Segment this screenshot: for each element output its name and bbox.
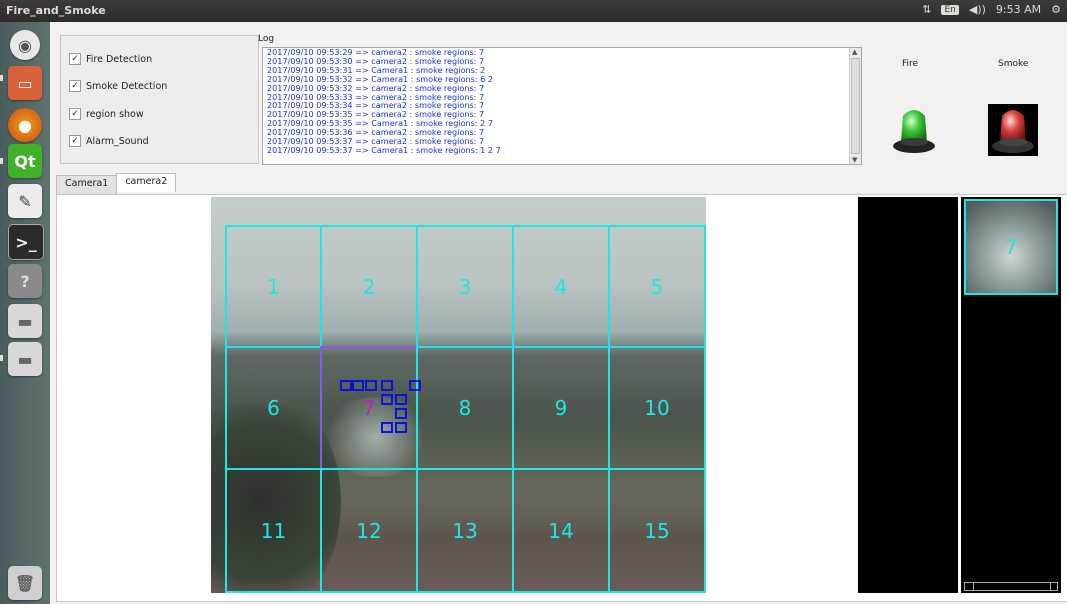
log-label: Log (258, 34, 275, 44)
region-cell: 4 (512, 225, 610, 348)
smoke-thumbnail-panel: 7 (961, 197, 1061, 593)
log-scrollbar[interactable]: ▲ ▼ (849, 48, 861, 164)
top-panel: Fire_and_Smoke ⇅ En ◀)) 9:53 AM ⚙ (0, 0, 1067, 22)
fire-detection-label: Fire Detection (86, 53, 153, 65)
launcher: ◉ ▭ ● Qt ✎ >_ ? ▬ ▬ 🗑 (0, 22, 50, 604)
window-title: Fire_and_Smoke (6, 4, 106, 17)
detection-block (340, 380, 352, 391)
dash-icon[interactable]: ◉ (10, 30, 40, 60)
scrollbar-thumb[interactable] (973, 583, 1051, 590)
region-show-label: region show (86, 108, 144, 120)
region-cell: 9 (512, 346, 610, 470)
region-cell: 13 (416, 468, 514, 593)
fire-detection-checkbox[interactable]: ✓ Fire Detection (69, 53, 152, 65)
scrollbar-thumb[interactable] (851, 58, 860, 154)
region-show-checkbox[interactable]: ✓ region show (69, 108, 144, 120)
smoke-region-thumbnail[interactable]: 7 (964, 199, 1058, 295)
check-icon[interactable]: ✓ (69, 53, 81, 65)
volume-icon[interactable]: ◀)) (969, 3, 986, 16)
detection-block (365, 380, 377, 391)
alarm-sound-checkbox[interactable]: ✓ Alarm_Sound (69, 135, 149, 147)
fire-indicator-label: Fire (902, 59, 919, 69)
detection-block (381, 394, 393, 405)
smoke-detection-checkbox[interactable]: ✓ Smoke Detection (69, 80, 167, 92)
region-cell: 3 (416, 225, 514, 348)
running-indicator (0, 355, 3, 361)
check-icon[interactable]: ✓ (69, 108, 81, 120)
files-icon[interactable]: ▭ (8, 66, 42, 100)
region-cell: 2 (320, 225, 418, 348)
running-indicator (0, 75, 3, 81)
firefox-icon[interactable]: ● (8, 108, 42, 142)
help-icon[interactable]: ? (8, 264, 42, 298)
text-editor-icon[interactable]: ✎ (8, 184, 42, 218)
detection-block (395, 408, 407, 419)
keyboard-layout-indicator[interactable]: En (941, 4, 959, 15)
drive-icon[interactable]: ▬ (8, 342, 42, 376)
smoke-detection-label: Smoke Detection (86, 80, 168, 92)
detection-block (395, 422, 407, 433)
thumbnail-scrollbar[interactable] (964, 582, 1058, 591)
region-cell: 14 (512, 468, 610, 593)
options-panel: ✓ Fire Detection ✓ Smoke Detection ✓ reg… (60, 35, 259, 164)
settings-gear-icon[interactable]: ⚙ (1051, 3, 1061, 16)
region-cell: 12 (320, 468, 418, 593)
drive-icon[interactable]: ▬ (8, 304, 42, 338)
alarm-sound-label: Alarm_Sound (86, 135, 149, 147)
tab-camera2[interactable]: camera2 (116, 173, 177, 192)
region-cell: 1 (225, 225, 322, 348)
fire-thumbnail-panel (858, 197, 958, 593)
tab-camera1[interactable]: Camera1 (56, 175, 118, 194)
detection-block (409, 380, 421, 391)
detection-block (381, 380, 393, 391)
region-cell: 11 (225, 468, 322, 593)
scroll-down-icon[interactable]: ▼ (852, 156, 857, 164)
clock[interactable]: 9:53 AM (996, 3, 1041, 16)
log-lines: 2017/09/10 09:53:29 => camera2 : smoke r… (267, 48, 849, 155)
region-cell: 6 (225, 346, 322, 470)
check-icon[interactable]: ✓ (69, 80, 81, 92)
system-tray: ⇅ En ◀)) 9:53 AM ⚙ (922, 3, 1061, 16)
check-icon[interactable]: ✓ (69, 135, 81, 147)
detection-block (395, 394, 407, 405)
trash-icon[interactable]: 🗑 (8, 566, 42, 600)
main-window: ✓ Fire Detection ✓ Smoke Detection ✓ reg… (50, 22, 1067, 604)
camera-view: 1 2 3 4 5 6 7 8 9 10 11 12 13 14 15 (211, 197, 706, 593)
scroll-up-icon[interactable]: ▲ (852, 48, 857, 56)
smoke-indicator-label: Smoke (998, 59, 1029, 69)
network-icon[interactable]: ⇅ (922, 3, 931, 16)
running-indicator (0, 158, 3, 164)
smoke-beacon-icon (988, 104, 1038, 156)
fire-beacon-icon (893, 110, 935, 153)
region-cell: 8 (416, 346, 514, 470)
terminal-icon[interactable]: >_ (8, 224, 44, 260)
region-cell: 10 (608, 346, 706, 470)
log-line: 2017/09/10 09:53:37 => Camera1 : smoke r… (267, 144, 501, 155)
detection-block (381, 422, 393, 433)
qt-creator-icon[interactable]: Qt (8, 144, 42, 178)
log-textbox[interactable]: 2017/09/10 09:53:29 => camera2 : smoke r… (262, 47, 862, 165)
region-cell: 15 (608, 468, 706, 593)
detection-block (352, 380, 364, 391)
region-cell: 5 (608, 225, 706, 348)
camera-tabs: Camera1 camera2 (56, 173, 177, 194)
